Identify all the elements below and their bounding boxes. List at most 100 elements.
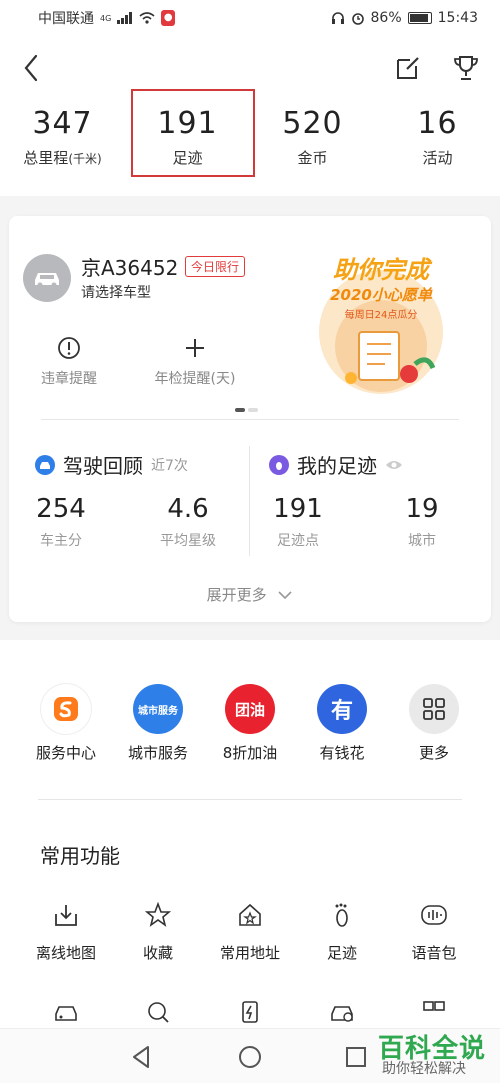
more-services-label: 更多 <box>418 744 449 762</box>
expand-more-button[interactable]: 展开更多 <box>9 584 491 605</box>
stat-footprint[interactable]: 191 足迹 <box>125 100 250 196</box>
credit-service-label: 有钱花 <box>319 744 365 762</box>
search-shortcut[interactable] <box>108 1000 208 1028</box>
promo-banner[interactable]: 助你完成 2020小心愿单 每周日24点瓜分 <box>311 246 451 394</box>
owner-score[interactable]: 254 车主分 <box>6 494 116 550</box>
footprint-points-value: 191 <box>273 494 323 524</box>
driving-review-title: 驾驶回顾 <box>63 454 143 478</box>
steering-icon <box>35 454 55 475</box>
footprint[interactable]: 足迹 <box>292 900 392 963</box>
fuel-discount-icon: 团油 <box>225 684 275 734</box>
stat-activities[interactable]: 16 活动 <box>375 100 500 196</box>
restriction-badge: 今日限行 <box>185 256 246 277</box>
cities[interactable]: 19 城市 <box>367 494 477 550</box>
services-row: 服务中心 城市服务 城市服务 团油 8折加油 有 有钱花 更多 <box>0 640 500 800</box>
watermark: 百科全说 助你轻松解决 <box>374 1026 500 1083</box>
choose-model-link[interactable]: 请选择车型 <box>81 282 151 302</box>
stat-label: 金币 <box>297 149 328 167</box>
eye-icon[interactable] <box>385 459 403 471</box>
stat-label: 足迹 <box>172 149 203 167</box>
credit-service-icon: 有 <box>317 684 367 734</box>
network-label: 4G <box>100 13 112 23</box>
avg-rating-label: 平均星级 <box>160 533 216 549</box>
voice-pack-icon <box>421 905 447 925</box>
inspection-reminder[interactable]: 年检提醒(天) <box>135 334 255 388</box>
frequent-addresses[interactable]: 常用地址 <box>200 900 300 963</box>
my-footprint-header[interactable]: 我的足迹 <box>269 450 403 479</box>
dot <box>248 408 258 412</box>
carousel-dots <box>235 408 258 412</box>
offline-map[interactable]: 离线地图 <box>16 900 116 963</box>
chevron-down-icon <box>278 591 292 600</box>
frequent-addresses-label: 常用地址 <box>219 944 280 962</box>
stat-value: 191 <box>157 106 218 141</box>
fuel-discount[interactable]: 团油 8折加油 <box>200 684 300 763</box>
grid-icon <box>409 684 459 734</box>
voice-pack[interactable]: 语音包 <box>384 900 484 963</box>
favorites[interactable]: 收藏 <box>108 900 208 963</box>
banner-title: 助你完成 <box>333 256 433 284</box>
inspection-label: 年检提醒(天) <box>154 371 236 387</box>
service-center-icon <box>41 684 91 734</box>
nav-home-icon[interactable] <box>236 1043 264 1071</box>
footprint-icon <box>335 903 348 927</box>
search-icon <box>148 1002 169 1023</box>
credit-service[interactable]: 有 有钱花 <box>292 684 392 763</box>
foot-icon <box>269 454 289 475</box>
stat-total-mileage[interactable]: 347 总里程(千米) <box>0 100 125 196</box>
battery-icon <box>407 12 432 24</box>
back-arrow-icon[interactable] <box>18 50 48 86</box>
car-service-icon <box>55 1006 77 1021</box>
fuel-discount-label: 8折加油 <box>222 744 278 762</box>
voice-pack-label: 语音包 <box>411 944 457 962</box>
more-shortcut[interactable] <box>384 1000 484 1028</box>
home-star-icon <box>239 903 261 926</box>
car-service-shortcut[interactable] <box>16 1000 116 1028</box>
violation-reminder[interactable]: 违章提醒 <box>9 334 129 388</box>
cards-icon <box>423 1001 445 1011</box>
plate-number[interactable]: 京A36452 <box>81 252 178 281</box>
vehicle-card: 京A36452 今日限行 请选择车型 违章提醒 年检提醒(天) 助你完成 202… <box>9 216 491 622</box>
common-functions-title: 常用功能 <box>40 844 120 868</box>
download-icon <box>55 905 77 926</box>
battery-percent: 86% <box>370 10 402 26</box>
dot-active <box>235 408 245 412</box>
city-services[interactable]: 城市服务 城市服务 <box>108 684 208 763</box>
status-bar: 中国联通 4G ● 86% 15:43 <box>0 0 500 36</box>
banner-subtitle: 2020小心愿单 <box>330 286 433 304</box>
city-services-icon: 城市服务 <box>133 684 183 734</box>
footprint-points-label: 足迹点 <box>277 533 319 549</box>
city-services-label: 城市服务 <box>127 744 188 762</box>
car-avatar[interactable] <box>23 254 71 302</box>
charging-icon <box>242 1001 258 1023</box>
parking-shortcut[interactable] <box>292 1000 392 1028</box>
more-services[interactable]: 更多 <box>384 684 484 763</box>
watermark-subtitle: 助你轻松解决 <box>382 1061 466 1077</box>
stats-row: 347 总里程(千米) 191 足迹 520 金币 16 活动 <box>0 100 500 196</box>
stat-value: 520 <box>282 106 343 141</box>
footprint-label: 足迹 <box>326 944 357 962</box>
footprint-points[interactable]: 191 足迹点 <box>243 494 353 550</box>
signal-icon <box>117 12 133 24</box>
banner-caption: 每周日24点瓜分 <box>345 308 418 321</box>
nav-back-icon[interactable] <box>128 1043 156 1071</box>
parking-icon <box>331 1006 353 1022</box>
service-center[interactable]: 服务中心 <box>16 684 116 763</box>
divider <box>41 419 459 420</box>
common-functions: 常用功能 离线地图 收藏 常用地址 足迹 语音包 <box>0 800 500 1030</box>
my-footprint-title: 我的足迹 <box>297 454 377 478</box>
edit-icon[interactable] <box>394 54 422 82</box>
plus-icon <box>186 339 204 357</box>
mic-icon: ● <box>161 10 176 26</box>
stat-label: 总里程(千米) <box>23 149 102 167</box>
stat-coins[interactable]: 520 金币 <box>250 100 375 196</box>
carrier-label: 中国联通 <box>38 11 94 27</box>
driving-review-header[interactable]: 驾驶回顾 近7次 <box>35 450 188 479</box>
stat-value: 347 <box>32 106 93 141</box>
trophy-icon[interactable] <box>452 54 480 82</box>
avg-rating[interactable]: 4.6 平均星级 <box>133 494 243 550</box>
nav-recent-icon[interactable] <box>342 1043 370 1071</box>
alert-circle-icon <box>58 337 80 359</box>
charging-shortcut[interactable] <box>200 1000 300 1028</box>
stat-value: 16 <box>417 106 458 141</box>
